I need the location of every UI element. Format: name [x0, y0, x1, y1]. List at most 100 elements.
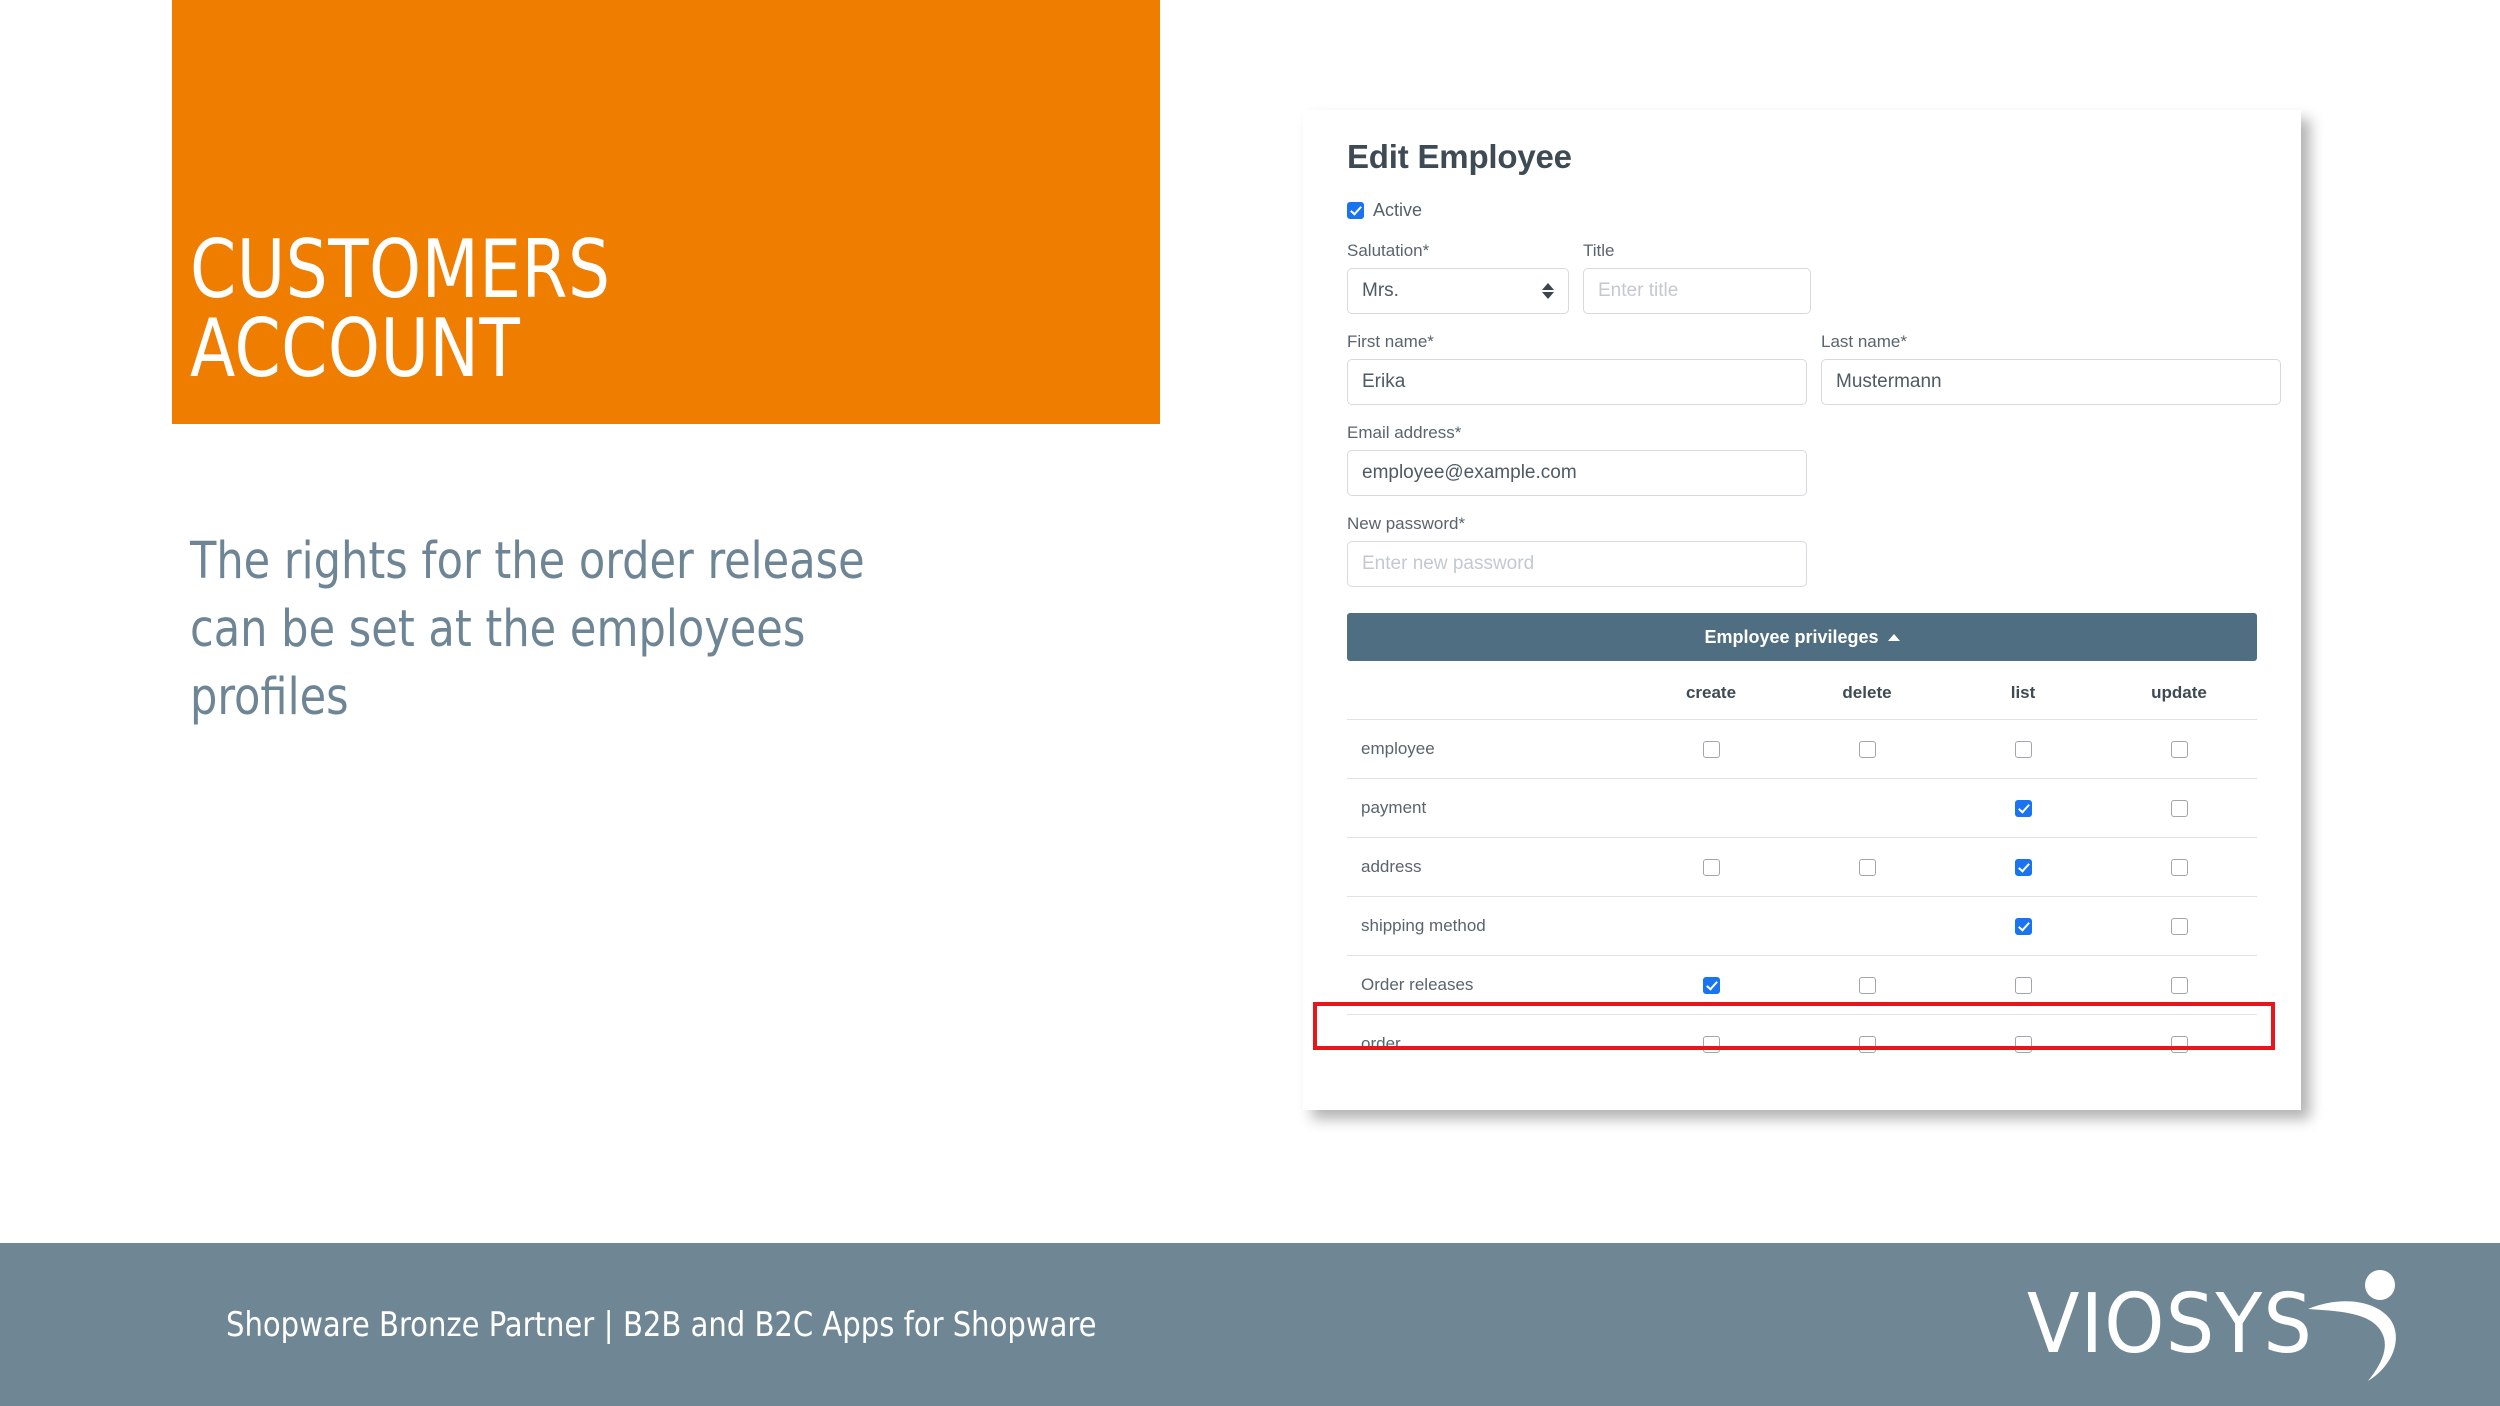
privilege-cell-list[interactable] — [1945, 955, 2101, 1015]
privilege-row-label: payment — [1347, 778, 1633, 838]
title-label: Title — [1583, 241, 1615, 260]
title-input[interactable]: Enter title — [1583, 268, 1811, 314]
active-checkbox[interactable] — [1347, 202, 1364, 219]
privilege-cell-delete — [1789, 778, 1945, 838]
privilege-cell-delete[interactable] — [1789, 955, 1945, 1015]
privilege-row-label: order — [1347, 1014, 1633, 1073]
password-input[interactable]: Enter new password — [1347, 541, 1807, 587]
viosys-logo-text: VIOSYS — [2027, 1276, 2313, 1372]
privileges-row-label-header — [1347, 665, 1633, 720]
privilege-checkbox-create[interactable] — [1702, 859, 1720, 877]
email-label: Email address* — [1347, 423, 1462, 442]
employee-privileges-toggle[interactable]: Employee privileges — [1347, 613, 2257, 661]
privilege-cell-create[interactable] — [1633, 955, 1789, 1015]
privileges-table-head: create delete list update — [1347, 665, 2257, 720]
privilege-row-label: employee — [1347, 719, 1633, 779]
privilege-checkbox-list[interactable] — [2014, 800, 2032, 818]
privilege-cell-update[interactable] — [2101, 719, 2257, 779]
privilege-checkbox-create[interactable] — [1702, 741, 1720, 759]
footer-text-left: Shopware Bronze Partner — [226, 1304, 595, 1345]
privilege-cell-create[interactable] — [1633, 719, 1789, 779]
privilege-checkbox-update[interactable] — [2170, 977, 2188, 995]
column-header-list: list — [1945, 665, 2101, 720]
panel-content: Edit Employee Active Salutation* Mrs. Ti… — [1303, 110, 2301, 1073]
first-name-input[interactable]: Erika — [1347, 359, 1807, 405]
privilege-checkbox-list[interactable] — [2014, 918, 2032, 936]
viosys-logo: VIOSYS — [2027, 1265, 2412, 1385]
privilege-checkbox-delete[interactable] — [1858, 1036, 1876, 1054]
privilege-cell-list[interactable] — [1945, 719, 2101, 779]
privilege-cell-update[interactable] — [2101, 1014, 2257, 1073]
privilege-checkbox-update[interactable] — [2170, 741, 2188, 759]
privilege-cell-delete[interactable] — [1789, 719, 1945, 779]
table-row: shipping method — [1347, 896, 2257, 956]
table-row: Order releases — [1347, 955, 2257, 1015]
privileges-table-body: employee payment address shipping method Ord… — [1347, 719, 2257, 1073]
table-row: payment — [1347, 778, 2257, 838]
privilege-cell-create — [1633, 778, 1789, 838]
privilege-cell-update[interactable] — [2101, 837, 2257, 897]
email-field-group: Email address* employee@example.com — [1347, 423, 1807, 496]
privilege-checkbox-list[interactable] — [2014, 1036, 2032, 1054]
slide-lead-text: The rights for the order release can be … — [190, 532, 865, 727]
password-row: New password* Enter new password — [1347, 514, 2257, 587]
email-row: Email address* employee@example.com — [1347, 423, 2257, 496]
privilege-cell-update[interactable] — [2101, 896, 2257, 956]
footer-bar: Shopware Bronze Partner | B2B and B2C Apps… — [0, 1243, 2500, 1406]
caret-up-icon — [1887, 633, 1900, 641]
edit-employee-panel: Edit Employee Active Salutation* Mrs. Ti… — [1303, 110, 2301, 1110]
privilege-checkbox-update[interactable] — [2170, 800, 2188, 818]
privileges-header-row: create delete list update — [1347, 665, 2257, 720]
viosys-figure-icon — [2308, 1269, 2396, 1381]
privilege-cell-list[interactable] — [1945, 896, 2101, 956]
name-row: First name* Erika Last name* Mustermann — [1347, 332, 2281, 405]
privilege-cell-update[interactable] — [2101, 778, 2257, 838]
privilege-checkbox-delete[interactable] — [1858, 977, 1876, 995]
privilege-cell-create — [1633, 896, 1789, 956]
password-label: New password* — [1347, 514, 1466, 533]
email-input[interactable]: employee@example.com — [1347, 450, 1807, 496]
privilege-checkbox-update[interactable] — [2170, 918, 2188, 936]
privilege-checkbox-update[interactable] — [2170, 1036, 2188, 1054]
column-header-create: create — [1633, 665, 1789, 720]
privilege-cell-update[interactable] — [2101, 955, 2257, 1015]
privilege-checkbox-create[interactable] — [1702, 1036, 1720, 1054]
privilege-cell-list[interactable] — [1945, 1014, 2101, 1073]
salutation-select[interactable]: Mrs. — [1347, 268, 1569, 314]
page-title: Edit Employee — [1347, 138, 1572, 175]
salutation-value: Mrs. — [1362, 280, 1399, 301]
privilege-checkbox-list[interactable] — [2014, 859, 2032, 877]
first-name-field-group: First name* Erika — [1347, 332, 1807, 405]
employee-privileges-label: Employee privileges — [1704, 626, 1879, 647]
column-header-delete: delete — [1789, 665, 1945, 720]
title-field-group: Title Enter title — [1583, 241, 1811, 314]
table-row: order — [1347, 1014, 2257, 1073]
privilege-checkbox-list[interactable] — [2014, 977, 2032, 995]
privilege-cell-delete — [1789, 896, 1945, 956]
last-name-input[interactable]: Mustermann — [1821, 359, 2281, 405]
table-row: employee — [1347, 719, 2257, 779]
privilege-cell-create[interactable] — [1633, 837, 1789, 897]
chevron-updown-icon — [1542, 283, 1554, 299]
active-checkbox-row[interactable]: Active — [1347, 200, 2257, 221]
privilege-checkbox-create[interactable] — [1702, 977, 1720, 995]
privileges-table: create delete list update employee paymen… — [1347, 665, 2257, 1073]
password-field-group: New password* Enter new password — [1347, 514, 1807, 587]
privilege-cell-delete[interactable] — [1789, 1014, 1945, 1073]
privilege-cell-list[interactable] — [1945, 837, 2101, 897]
last-name-label: Last name* — [1821, 332, 1907, 351]
footer-text-right: B2B and B2C Apps for Shopware — [622, 1304, 1097, 1345]
privilege-cell-delete[interactable] — [1789, 837, 1945, 897]
column-header-update: update — [2101, 665, 2257, 720]
privilege-checkbox-delete[interactable] — [1858, 859, 1876, 877]
footer-tagline: Shopware Bronze Partner | B2B and B2C Apps… — [226, 1305, 1097, 1345]
active-label: Active — [1373, 200, 1423, 220]
last-name-field-group: Last name* Mustermann — [1821, 332, 2281, 405]
privilege-checkbox-delete[interactable] — [1858, 741, 1876, 759]
privilege-cell-create[interactable] — [1633, 1014, 1789, 1073]
privilege-checkbox-update[interactable] — [2170, 859, 2188, 877]
privilege-cell-list[interactable] — [1945, 778, 2101, 838]
privilege-row-label: Order releases — [1347, 955, 1633, 1015]
privilege-checkbox-list[interactable] — [2014, 741, 2032, 759]
salutation-title-row: Salutation* Mrs. Title Enter title — [1347, 241, 2257, 314]
